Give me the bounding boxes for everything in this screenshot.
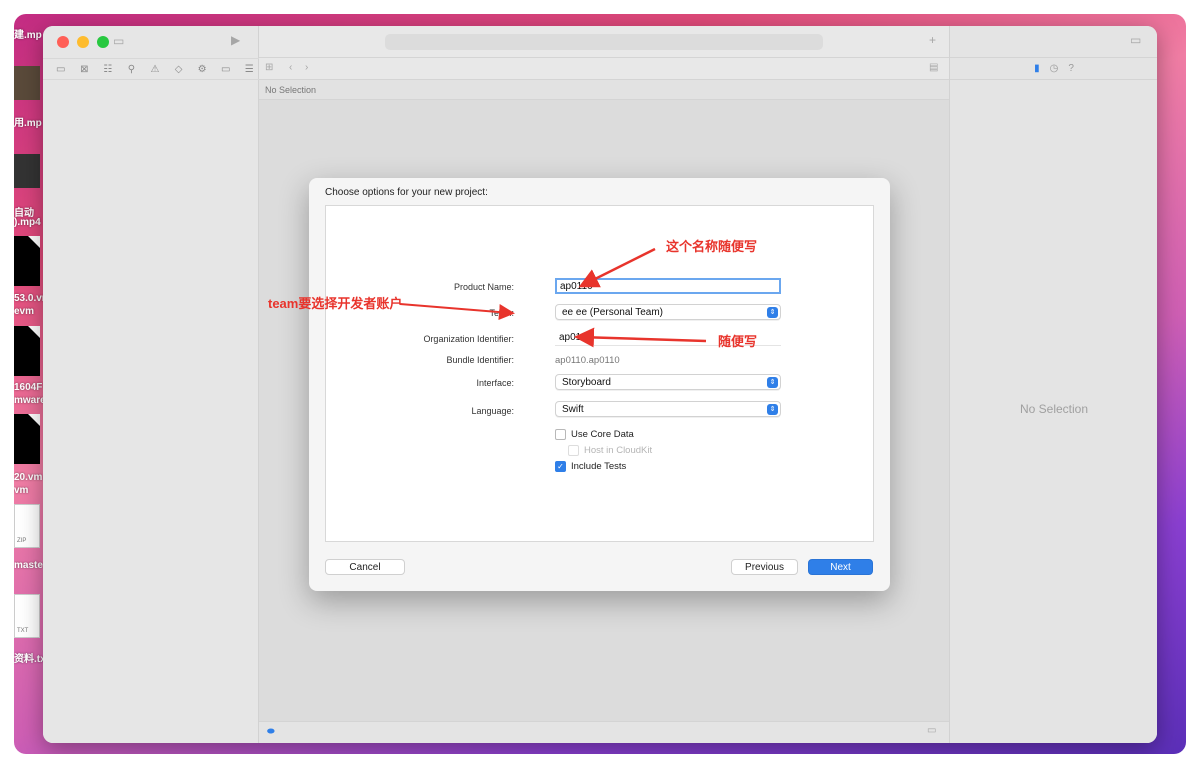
source-control-icon[interactable]: ⊠ bbox=[75, 64, 95, 75]
cancel-button[interactable]: Cancel bbox=[325, 559, 405, 575]
new-project-dialog: Choose options for your new project: Pro… bbox=[309, 178, 890, 591]
host-in-cloudkit-label: Host in CloudKit bbox=[584, 445, 653, 456]
video-thumbnail[interactable] bbox=[14, 66, 40, 100]
desktop-file-label: maste bbox=[14, 560, 43, 571]
test-icon[interactable]: ◇ bbox=[169, 64, 189, 75]
desktop-file-label: 用.mp bbox=[14, 118, 42, 129]
minimize-window-button[interactable] bbox=[77, 36, 89, 48]
traffic-lights bbox=[57, 36, 109, 48]
desktop-file-label: 建.mp bbox=[14, 30, 42, 41]
history-icon[interactable]: ◷ bbox=[1050, 63, 1059, 74]
add-icon[interactable]: + bbox=[929, 33, 936, 47]
back-icon[interactable]: ‹ bbox=[289, 62, 292, 73]
team-select[interactable]: ee ee (Personal Team) ⇕ bbox=[555, 304, 781, 320]
document-icon[interactable] bbox=[14, 326, 40, 376]
forward-icon[interactable]: › bbox=[305, 62, 308, 73]
breakpoint-icon[interactable]: ▭ bbox=[216, 64, 236, 75]
editor-toolbar: + bbox=[259, 26, 949, 58]
folder-icon[interactable]: ▭ bbox=[51, 64, 71, 75]
navigator-toolbar: ▭ ⊠ ☷ ⚲ ⚠ ◇ ⚙ ▭ ☰ bbox=[43, 58, 259, 80]
editor-options-icon[interactable]: ▤ bbox=[929, 62, 938, 73]
debug-icon[interactable]: ⚙ bbox=[192, 64, 212, 75]
file-inspector-icon[interactable]: ▮ bbox=[1034, 63, 1040, 74]
use-core-data-checkbox[interactable]: Use Core Data bbox=[555, 429, 634, 440]
document-icon[interactable] bbox=[14, 414, 40, 464]
activity-view bbox=[385, 34, 823, 50]
desktop-file-label: 53.0.vr bbox=[14, 293, 46, 304]
symbol-icon[interactable]: ☷ bbox=[98, 64, 118, 75]
desktop-file-label: mware bbox=[14, 395, 46, 406]
zip-file-icon[interactable]: ZIP bbox=[14, 504, 40, 548]
chevron-updown-icon: ⇕ bbox=[767, 377, 778, 388]
previous-button[interactable]: Previous bbox=[731, 559, 798, 575]
inspector-no-selection: No Selection bbox=[1019, 402, 1089, 416]
dialog-title: Choose options for your new project: bbox=[325, 187, 488, 198]
txt-file-icon[interactable]: TXT bbox=[14, 594, 40, 638]
issue-icon[interactable]: ⚠ bbox=[145, 64, 165, 75]
product-name-label: Product Name: bbox=[453, 282, 514, 292]
bundle-id-label: Bundle Identifier: bbox=[446, 355, 514, 365]
sidebar-toggle-icon[interactable]: ▭ bbox=[113, 34, 124, 48]
product-name-annotation: 这个名称随便写 bbox=[666, 239, 758, 254]
checkmark-icon[interactable]: ✓ bbox=[555, 461, 566, 472]
desktop-file-label: 20.vm bbox=[14, 472, 43, 483]
team-annotation: team要选择开发者账户 bbox=[268, 296, 403, 311]
find-icon[interactable]: ⚲ bbox=[122, 64, 142, 75]
video-thumbnail[interactable] bbox=[14, 154, 40, 188]
language-value: Swift bbox=[562, 404, 584, 415]
chevron-updown-icon: ⇕ bbox=[767, 307, 778, 318]
inspector-pane: ▭ ▮ ◷ ? No Selection bbox=[949, 26, 1157, 743]
zip-label: ZIP bbox=[17, 538, 27, 544]
interface-select[interactable]: Storyboard ⇕ bbox=[555, 374, 781, 390]
language-select[interactable]: Swift ⇕ bbox=[555, 401, 781, 417]
bundle-id-value: ap0110.ap0110 bbox=[555, 355, 620, 366]
desktop-file-label: evm bbox=[14, 306, 35, 317]
desktop-file-label: ).mp4 bbox=[14, 217, 41, 228]
team-value: ee ee (Personal Team) bbox=[562, 307, 663, 318]
inspector-tabs: ▮ ◷ ? bbox=[950, 58, 1157, 80]
desktop-file-label: vm bbox=[14, 485, 29, 496]
checkbox-box[interactable] bbox=[568, 445, 579, 456]
org-id-label: Organization Identifier: bbox=[423, 334, 514, 344]
interface-value: Storyboard bbox=[562, 377, 611, 388]
inspector-toolbar: ▭ bbox=[950, 26, 1157, 58]
chevron-updown-icon: ⇕ bbox=[767, 404, 778, 415]
checkbox-box[interactable] bbox=[555, 429, 566, 440]
desktop-file-label: 1604F bbox=[14, 382, 43, 393]
options-panel: Product Name: ap0110 Team: ee ee (Person… bbox=[325, 205, 874, 542]
product-name-field[interactable]: ap0110 bbox=[555, 278, 781, 294]
txt-label: TXT bbox=[17, 628, 29, 634]
navigator-pane: ▭ ▶ ▭ ⊠ ☷ ⚲ ⚠ ◇ ⚙ ▭ ☰ bbox=[43, 26, 259, 743]
filter-icon[interactable]: ⬬ bbox=[267, 726, 275, 737]
help-icon[interactable]: ? bbox=[1068, 63, 1074, 74]
related-items-icon[interactable]: ⊞ bbox=[265, 62, 273, 73]
inspector-toggle-icon[interactable]: ▭ bbox=[1130, 33, 1141, 47]
close-window-button[interactable] bbox=[57, 36, 69, 48]
editor-no-selection: No Selection bbox=[259, 80, 949, 100]
include-tests-label: Include Tests bbox=[571, 461, 627, 472]
debug-bar: ⬬ ▭ bbox=[259, 721, 949, 743]
desktop-file-label: 资料.tx bbox=[14, 654, 46, 665]
host-in-cloudkit-checkbox[interactable]: Host in CloudKit bbox=[568, 445, 652, 456]
use-core-data-label: Use Core Data bbox=[571, 429, 634, 440]
include-tests-checkbox[interactable]: ✓ Include Tests bbox=[555, 461, 626, 472]
zoom-window-button[interactable] bbox=[97, 36, 109, 48]
next-button[interactable]: Next bbox=[808, 559, 873, 575]
org-id-annotation: 随便写 bbox=[718, 334, 758, 349]
document-icon[interactable] bbox=[14, 236, 40, 286]
interface-label: Interface: bbox=[476, 378, 514, 388]
run-icon[interactable]: ▶ bbox=[231, 33, 240, 47]
language-label: Language: bbox=[471, 406, 514, 416]
report-icon[interactable]: ☰ bbox=[240, 64, 260, 75]
team-label: Team: bbox=[489, 308, 514, 318]
jump-bar: ⊞ ‹ › ▤ bbox=[259, 58, 949, 80]
debug-area-toggle-icon[interactable]: ▭ bbox=[927, 725, 936, 736]
